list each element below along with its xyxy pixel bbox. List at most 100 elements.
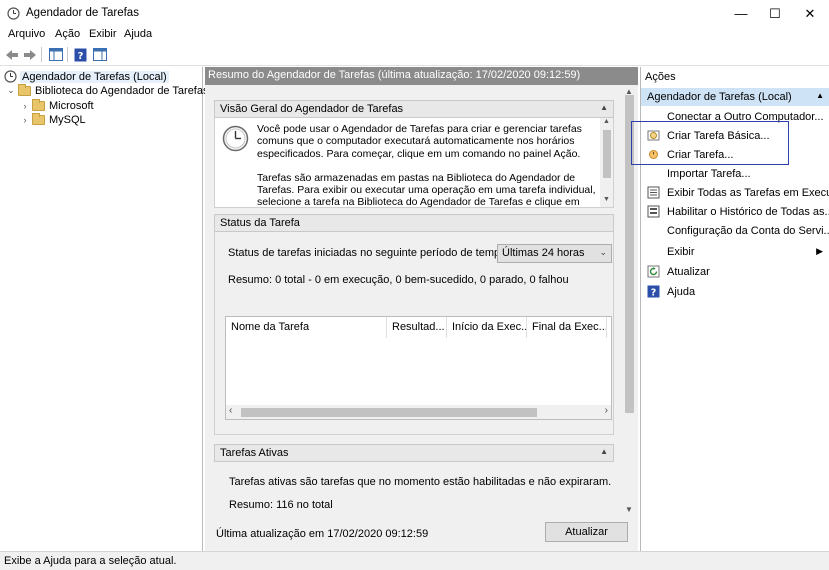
menu-arquivo[interactable]: Arquivo xyxy=(8,28,45,40)
svg-text:?: ? xyxy=(78,51,84,62)
refresh-icon xyxy=(647,265,660,278)
title-bar: Agendador de Tarefas — ☐ ✕ xyxy=(0,0,829,27)
tree-item-microsoft[interactable]: › Microsoft xyxy=(20,98,94,113)
active-tasks-description: Tarefas ativas são tarefas que no moment… xyxy=(229,476,612,488)
action-label: Ajuda xyxy=(667,286,696,298)
overview-paragraph-2: Tarefas são armazenadas em pastas na Bib… xyxy=(257,171,596,208)
status-bar: Exibe a Ajuda para a seleção atual. xyxy=(0,551,829,570)
summary-header: Resumo do Agendador de Tarefas (última a… xyxy=(205,67,638,85)
collapse-icon[interactable]: ▲ xyxy=(600,103,608,112)
last-update-text: Última atualização em 17/02/2020 09:12:5… xyxy=(216,528,429,540)
clock-icon xyxy=(4,70,17,83)
running-tasks-icon xyxy=(647,186,660,199)
action-view[interactable]: Exibir ▶ xyxy=(641,243,829,262)
status-summary: Resumo: 0 total - 0 em execução, 0 bem-s… xyxy=(228,274,569,286)
actions-group-label: Agendador de Tarefas (Local) xyxy=(647,91,792,103)
action-label: Exibir xyxy=(667,246,695,258)
help-icon[interactable]: ? xyxy=(72,46,89,63)
column-header-end[interactable]: Final da Exec... xyxy=(527,317,607,338)
action-service-account[interactable]: Configuração da Conta do Servi... xyxy=(641,222,829,241)
action-label: Exibir Todas as Tarefas em Execu... xyxy=(667,187,829,199)
collapse-icon[interactable]: ▲ xyxy=(600,447,608,456)
action-refresh[interactable]: Atualizar xyxy=(641,263,829,282)
close-button[interactable]: ✕ xyxy=(790,0,829,27)
show-action-pane-icon[interactable] xyxy=(91,46,108,63)
overview-section-header[interactable]: Visão Geral do Agendador de Tarefas ▲ xyxy=(214,100,614,118)
summary-pane: Resumo do Agendador de Tarefas (última a… xyxy=(205,67,638,551)
action-label: Atualizar xyxy=(667,266,710,278)
task-status-table: Nome da Tarefa Resultad... Início da Exe… xyxy=(225,316,612,420)
active-tasks-section: Tarefas Ativas ▲ xyxy=(214,444,614,462)
action-enable-history[interactable]: Habilitar o Histórico de Todas as... xyxy=(641,203,829,222)
action-label: Importar Tarefa... xyxy=(667,168,751,180)
chevron-right-icon[interactable]: › xyxy=(20,101,30,111)
clock-icon xyxy=(7,7,20,20)
overview-title: Visão Geral do Agendador de Tarefas xyxy=(220,103,404,115)
scroll-left-icon[interactable]: ‹ xyxy=(229,405,232,416)
active-tasks-body: Tarefas ativas são tarefas que no moment… xyxy=(214,462,614,517)
menu-bar: Arquivo Ação Exibir Ajuda xyxy=(0,27,829,44)
history-icon xyxy=(647,205,660,218)
action-show-running[interactable]: Exibir Todas as Tarefas em Execu... xyxy=(641,184,829,203)
menu-ajuda[interactable]: Ajuda xyxy=(124,28,152,40)
active-tasks-title: Tarefas Ativas xyxy=(220,447,289,459)
action-label: Configuração da Conta do Servi... xyxy=(667,225,829,237)
status-body: Status de tarefas iniciadas no seguinte … xyxy=(214,232,614,435)
forward-arrow-icon[interactable] xyxy=(21,46,38,63)
scroll-up-icon[interactable]: ▲ xyxy=(625,87,633,96)
active-tasks-section-header[interactable]: Tarefas Ativas ▲ xyxy=(214,444,614,462)
overview-scrollbar[interactable]: ▲ ▼ xyxy=(600,118,613,207)
actions-title: Ações xyxy=(645,71,676,83)
maximize-button[interactable]: ☐ xyxy=(755,0,795,27)
column-header-task-name[interactable]: Nome da Tarefa xyxy=(226,317,387,338)
back-arrow-icon[interactable] xyxy=(3,46,20,63)
action-help[interactable]: ? Ajuda xyxy=(641,283,829,302)
status-title: Status da Tarefa xyxy=(220,217,300,229)
period-select-value: Últimas 24 horas xyxy=(502,247,585,259)
tree-mysql-label: MySQL xyxy=(49,113,86,126)
scheduler-clock-icon xyxy=(222,125,249,152)
tree-item-root[interactable]: Agendador de Tarefas (Local) xyxy=(4,69,169,84)
column-header-result[interactable]: Resultad... xyxy=(387,317,447,338)
menu-exibir[interactable]: Exibir xyxy=(89,28,117,40)
scroll-down-icon[interactable]: ▼ xyxy=(625,505,633,514)
actions-group-header[interactable]: Agendador de Tarefas (Local) ▲ xyxy=(641,88,829,106)
column-header-start[interactable]: Início da Exec... xyxy=(447,317,527,338)
period-label: Status de tarefas iniciadas no seguinte … xyxy=(228,247,510,259)
tree-library-label: Biblioteca do Agendador de Tarefas xyxy=(35,84,209,97)
submenu-arrow-icon: ▶ xyxy=(816,246,823,256)
refresh-button[interactable]: Atualizar xyxy=(545,522,628,542)
tree-root-label: Agendador de Tarefas (Local) xyxy=(20,70,169,83)
folder-icon xyxy=(32,112,45,125)
menu-acao[interactable]: Ação xyxy=(55,28,80,40)
chevron-right-icon[interactable]: › xyxy=(20,115,30,125)
highlight-box xyxy=(631,121,789,165)
status-section: Status da Tarefa xyxy=(214,214,614,232)
tree-microsoft-label: Microsoft xyxy=(49,99,94,112)
active-tasks-summary: Resumo: 116 no total xyxy=(229,499,333,511)
overview-paragraph-1: Você pode usar o Agendador de Tarefas pa… xyxy=(257,123,582,160)
scroll-thumb[interactable] xyxy=(603,130,611,178)
scroll-up-icon[interactable]: ▲ xyxy=(603,118,610,125)
horizontal-scrollbar[interactable]: ‹ › xyxy=(226,405,611,419)
scroll-down-icon[interactable]: ▼ xyxy=(603,196,610,203)
chevron-down-icon: ⌄ xyxy=(599,247,607,257)
overview-body: Você pode usar o Agendador de Tarefas pa… xyxy=(214,118,614,208)
scroll-thumb[interactable] xyxy=(241,408,537,417)
overview-text: Você pode usar o Agendador de Tarefas pa… xyxy=(257,123,597,208)
period-select[interactable]: Últimas 24 horas ⌄ xyxy=(497,244,612,263)
folder-icon xyxy=(32,98,45,111)
chevron-down-icon[interactable]: ⌄ xyxy=(6,85,16,96)
action-import-task[interactable]: Importar Tarefa... xyxy=(641,165,829,184)
tree-item-mysql[interactable]: › MySQL xyxy=(20,112,86,127)
window-title: Agendador de Tarefas xyxy=(26,7,139,19)
collapse-icon[interactable]: ▲ xyxy=(816,91,824,100)
status-section-header[interactable]: Status da Tarefa xyxy=(214,214,614,232)
overview-section: Visão Geral do Agendador de Tarefas ▲ xyxy=(214,100,614,118)
toolbar: ? xyxy=(0,44,829,66)
scroll-right-icon[interactable]: › xyxy=(605,405,608,416)
show-console-tree-icon[interactable] xyxy=(47,46,64,63)
action-label: Habilitar o Histórico de Todas as... xyxy=(667,206,829,218)
help-icon: ? xyxy=(647,285,660,298)
tree-item-library[interactable]: ⌄ Biblioteca do Agendador de Tarefas xyxy=(6,83,208,98)
